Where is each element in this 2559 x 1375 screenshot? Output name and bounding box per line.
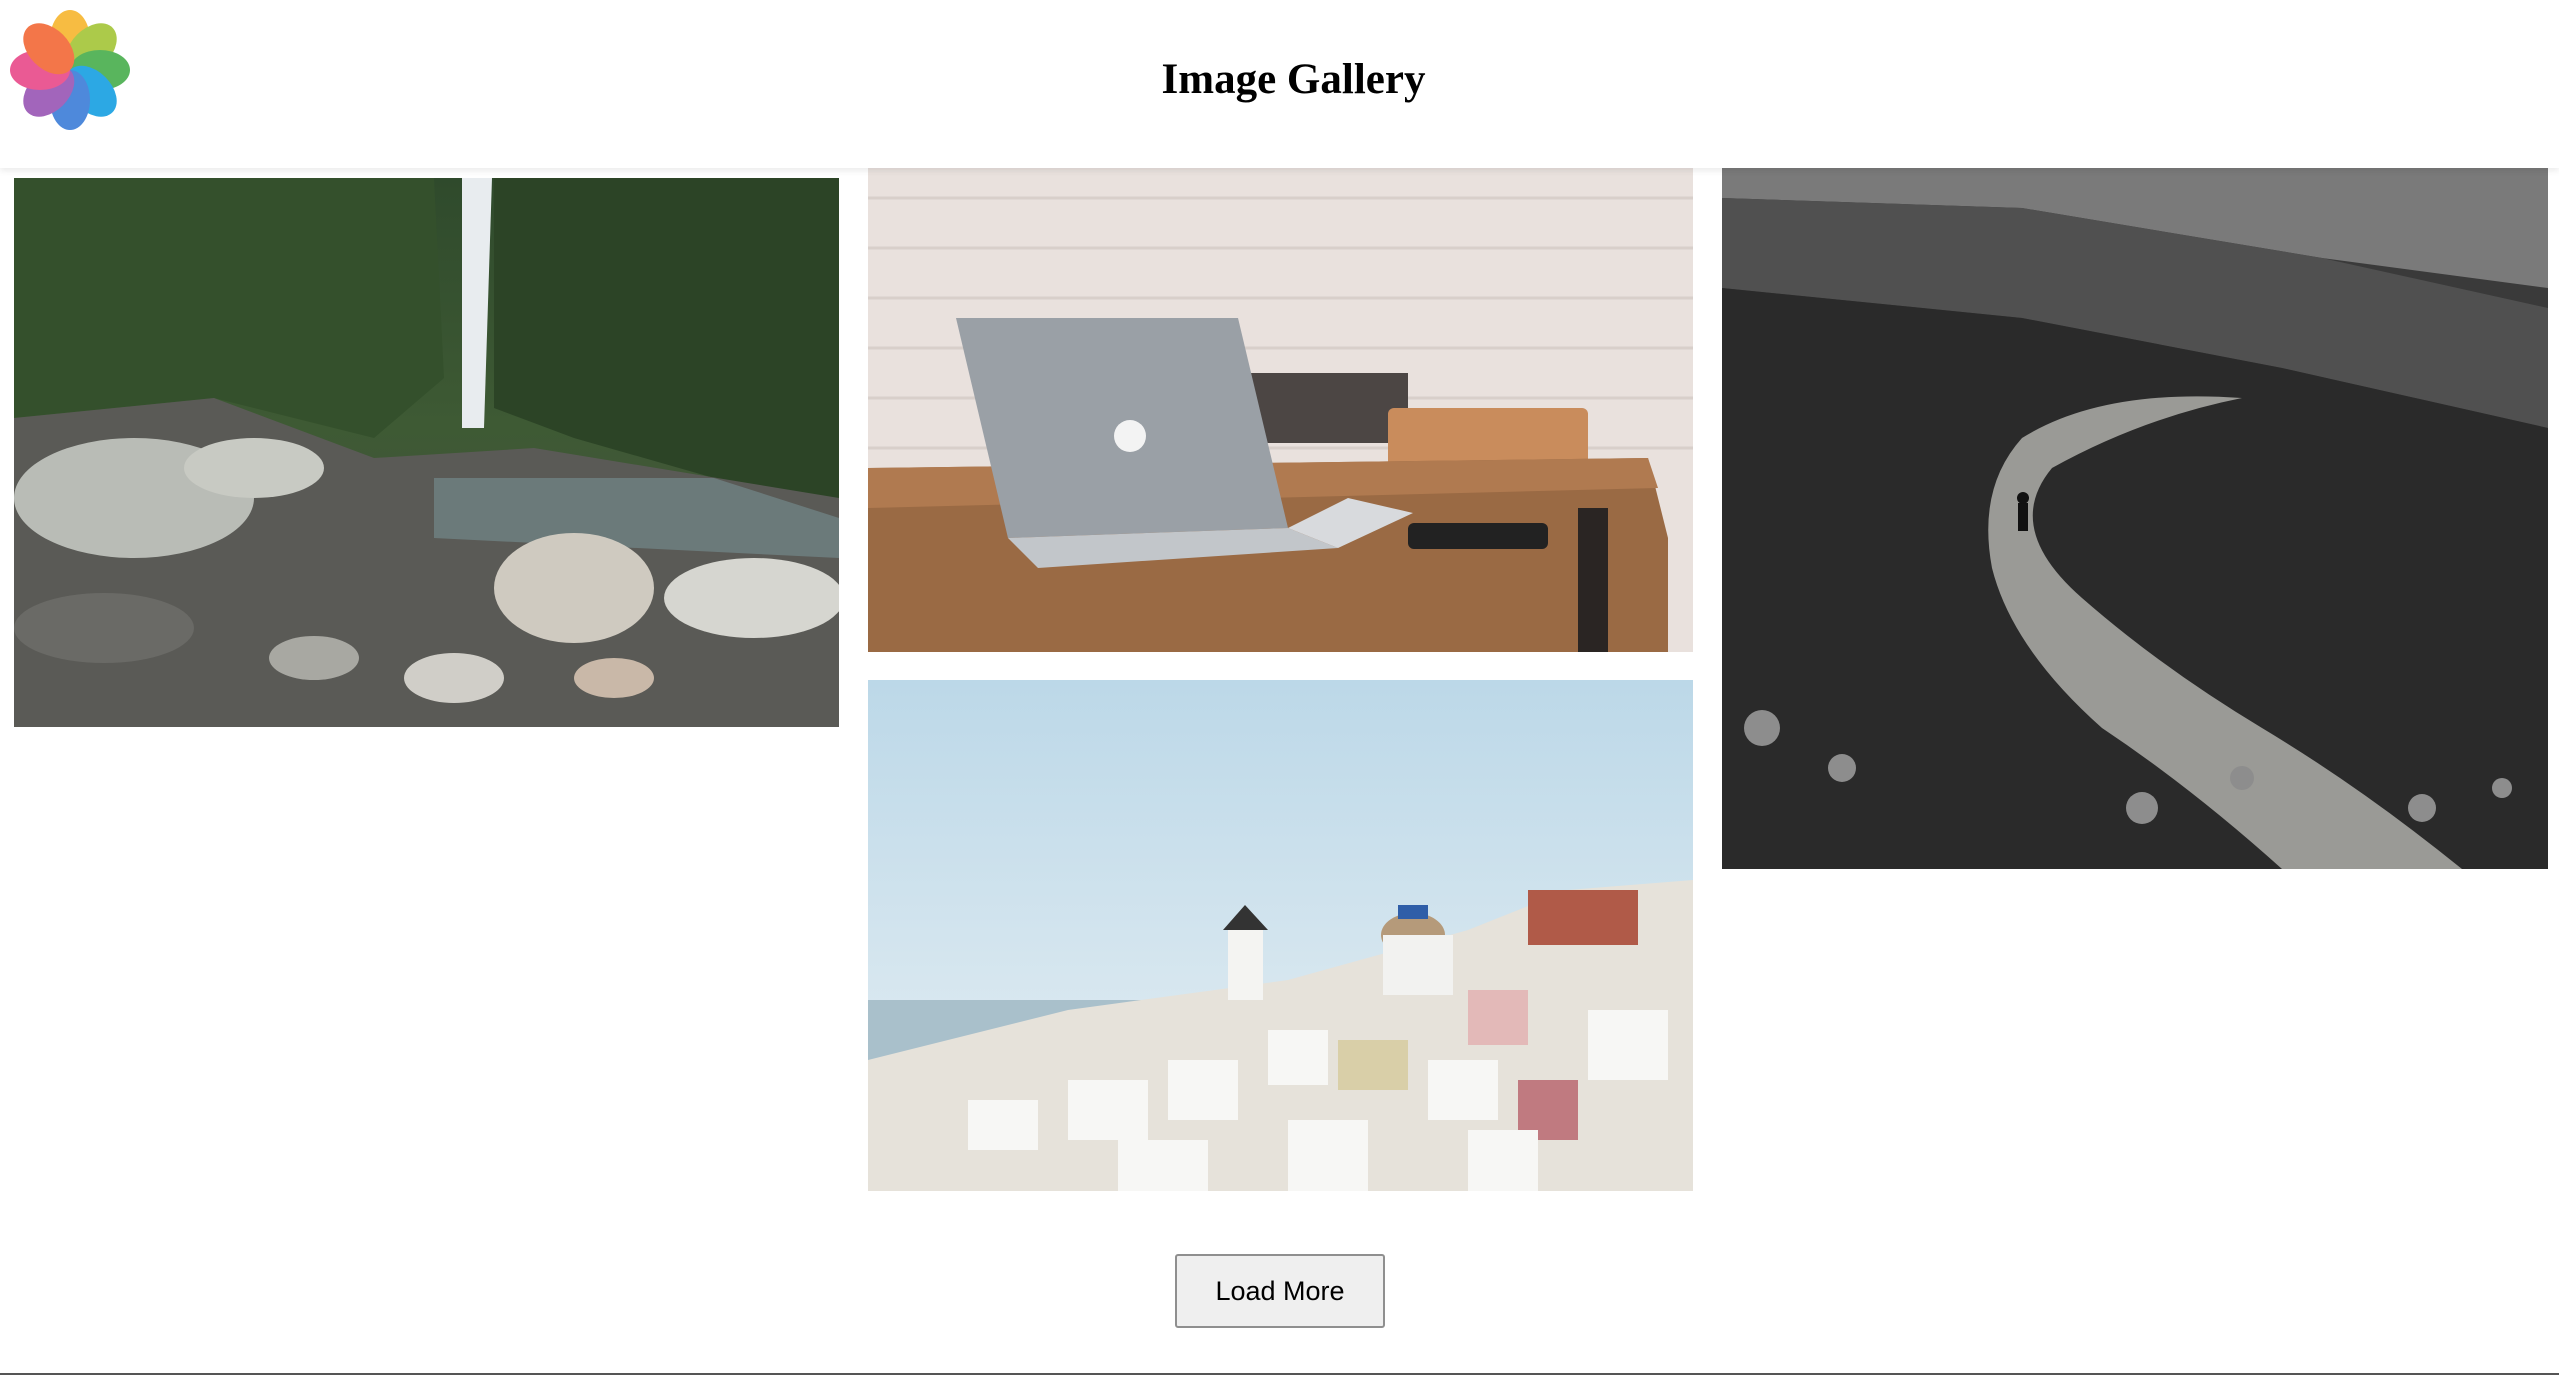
- gallery-image-laptop[interactable]: [868, 168, 1693, 652]
- page-title: Image Gallery: [1161, 56, 1426, 103]
- load-more-button[interactable]: Load More: [1175, 1254, 1385, 1328]
- mountain-trail-image: [1722, 168, 2548, 869]
- gallery-image-santorini[interactable]: [868, 680, 1693, 1191]
- gallery-image-mountain-trail[interactable]: [1722, 168, 2548, 869]
- app-header: Image Gallery: [0, 0, 2559, 168]
- waterfall-image: [14, 178, 839, 727]
- santorini-image: [868, 680, 1693, 1191]
- laptop-image: [868, 168, 1693, 652]
- gallery-image-waterfall[interactable]: [14, 178, 839, 727]
